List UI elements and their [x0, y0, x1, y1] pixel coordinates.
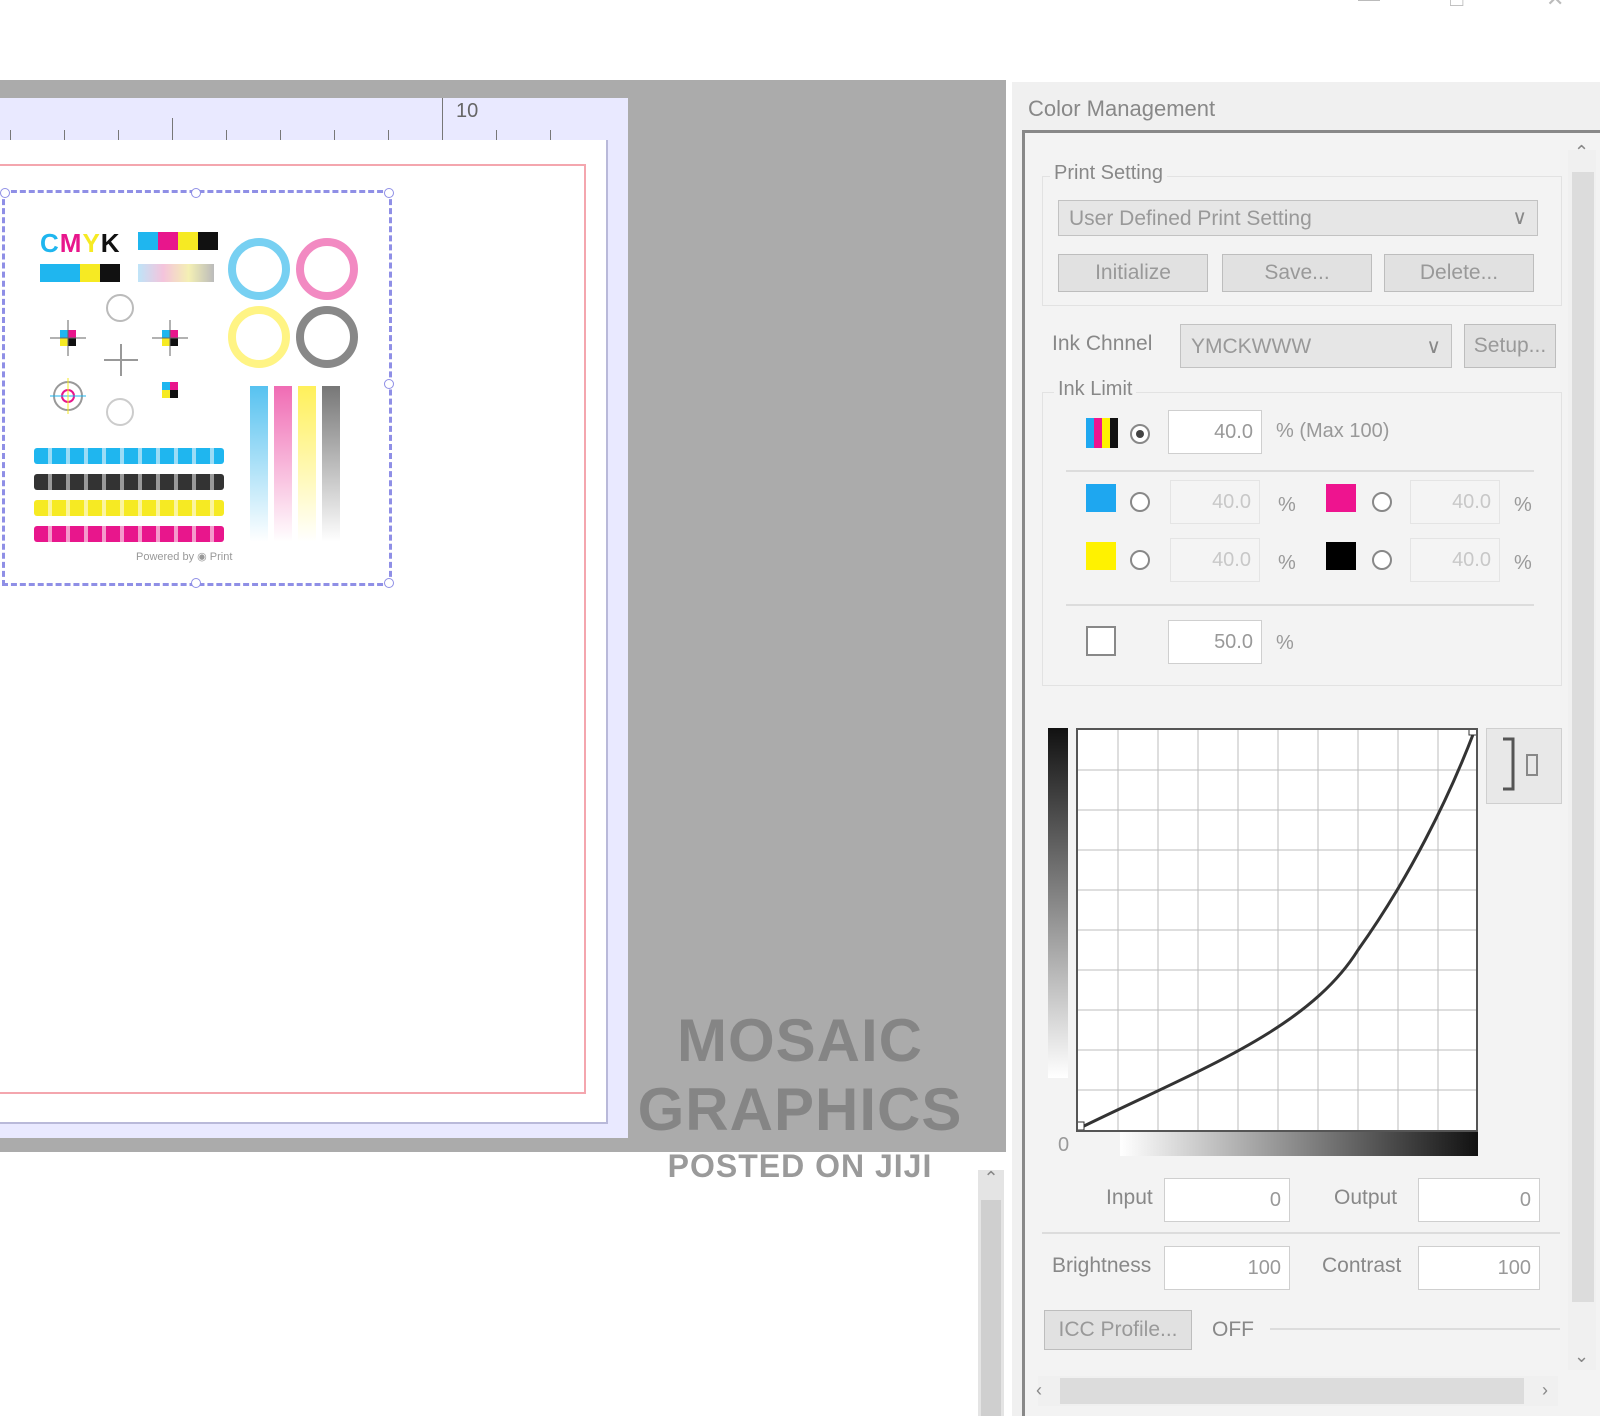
tone-curve-graph[interactable] [1075, 726, 1478, 1131]
ink-limit-black-input[interactable]: 40.0 [1410, 538, 1500, 582]
cyan-icon [1086, 484, 1116, 512]
initialize-button[interactable]: Initialize [1058, 254, 1208, 292]
input-field[interactable]: 0 [1164, 1178, 1290, 1222]
ink-limit-cyan-radio[interactable] [1130, 492, 1150, 512]
watermark: MOSAIC GRAPHICS POSTED ON JIJI [520, 1006, 1080, 1185]
brightness-field[interactable]: 100 [1164, 1246, 1290, 1290]
ink-limit-magenta-suffix: % [1514, 494, 1532, 516]
output-field[interactable]: 0 [1418, 1178, 1540, 1222]
curve-reset-button[interactable] [1486, 728, 1562, 804]
horizontal-ruler [0, 98, 628, 141]
black-icon [1326, 542, 1356, 570]
ink-limit-cyan-suffix: % [1278, 494, 1296, 516]
panel-horizontal-scrollbar[interactable] [1038, 1376, 1558, 1406]
ink-limit-cyan-input[interactable]: 40.0 [1170, 480, 1260, 524]
ink-limit-black-radio[interactable] [1372, 550, 1392, 570]
minimize-icon[interactable]: — [1358, 0, 1380, 12]
scroll-up-icon[interactable]: ⌃ [1574, 142, 1589, 163]
canvas-vertical-scrollbar[interactable] [978, 1170, 1004, 1416]
yellow-icon [1086, 542, 1116, 570]
bracket-icon [1503, 737, 1538, 791]
ink-channel-select[interactable]: YMCKWWW ∨ [1180, 324, 1452, 368]
panel-vertical-scrollbar[interactable] [1568, 150, 1596, 1370]
scroll-down-icon[interactable]: ⌄ [1574, 1346, 1589, 1367]
curve-point-end[interactable] [1468, 726, 1478, 736]
input-label: Input [1106, 1186, 1153, 1209]
icc-status: OFF [1212, 1318, 1254, 1341]
brightness-label: Brightness [1052, 1254, 1152, 1277]
ink-limit-white-suffix: % [1276, 632, 1294, 654]
print-setting-label: Print Setting [1050, 162, 1167, 185]
maximize-icon[interactable]: □ [1450, 0, 1463, 12]
ink-limit-yellow-radio[interactable] [1130, 550, 1150, 570]
contrast-field[interactable]: 100 [1418, 1246, 1540, 1290]
ink-limit-total-radio[interactable] [1130, 424, 1150, 444]
ink-channel-value: YMCKWWW [1191, 335, 1312, 358]
divider [1066, 470, 1534, 472]
output-label: Output [1334, 1186, 1398, 1209]
ink-channel-label: Ink Chnnel [1052, 332, 1153, 355]
white-ink-icon [1086, 626, 1116, 656]
ink-limit-total-suffix: % (Max 100) [1276, 420, 1390, 442]
watermark-line1: MOSAIC GRAPHICS [637, 1007, 963, 1143]
ink-limit-yellow-suffix: % [1278, 552, 1296, 574]
close-icon[interactable]: ✕ [1546, 0, 1564, 12]
scroll-right-icon[interactable]: › [1542, 1380, 1548, 1401]
ink-limit-magenta-radio[interactable] [1372, 492, 1392, 512]
ink-limit-label: Ink Limit [1054, 378, 1137, 401]
divider [1270, 1328, 1560, 1330]
ink-limit-white-input[interactable]: 50.0 [1168, 620, 1262, 664]
print-setting-select[interactable]: User Defined Print Setting ∨ [1058, 200, 1538, 236]
tone-curve-editor[interactable] [1075, 726, 1478, 1132]
watermark-line2: POSTED ON JIJI [667, 1148, 933, 1184]
divider [1066, 604, 1534, 606]
save-button[interactable]: Save... [1222, 254, 1372, 292]
ink-limit-total-input[interactable]: 40.0 [1168, 410, 1262, 454]
ruler-label: 10 [456, 100, 479, 122]
selection-box[interactable] [0, 188, 394, 588]
setup-button[interactable]: Setup... [1464, 324, 1556, 368]
divider [1042, 1232, 1560, 1234]
chevron-down-icon: ∨ [1426, 336, 1441, 358]
scroll-left-icon[interactable]: ‹ [1036, 1380, 1042, 1401]
input-gradient-bar [1120, 1132, 1478, 1156]
chevron-down-icon: ∨ [1512, 207, 1527, 229]
all-inks-icon [1086, 418, 1118, 448]
print-setting-value: User Defined Print Setting [1069, 207, 1312, 230]
icc-profile-button[interactable]: ICC Profile... [1044, 1310, 1192, 1350]
magenta-icon [1326, 484, 1356, 512]
ink-limit-black-suffix: % [1514, 552, 1532, 574]
ink-limit-yellow-input[interactable]: 40.0 [1170, 538, 1260, 582]
contrast-label: Contrast [1322, 1254, 1402, 1277]
delete-button[interactable]: Delete... [1384, 254, 1534, 292]
ink-limit-magenta-input[interactable]: 40.0 [1410, 480, 1500, 524]
panel-title: Color Management [1028, 96, 1216, 121]
